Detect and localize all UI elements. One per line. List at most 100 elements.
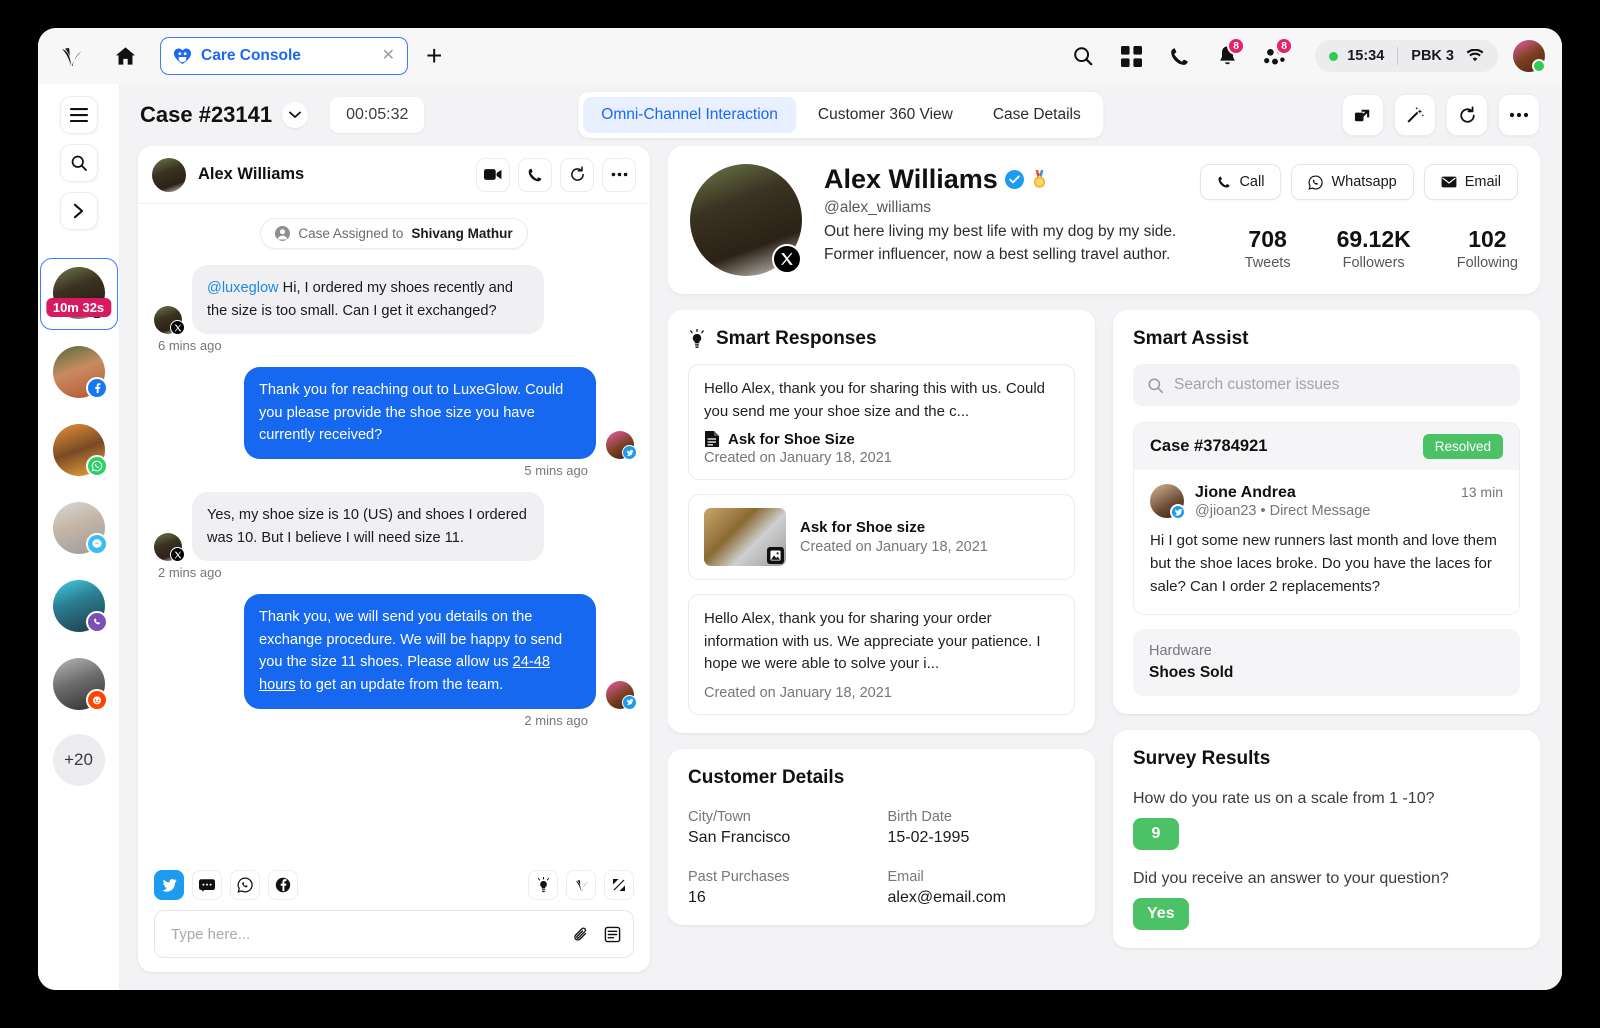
new-tab-button[interactable]: + — [426, 42, 442, 70]
online-status-dot — [1329, 51, 1339, 61]
smart-response-text: Hello Alex, thank you for sharing your o… — [704, 610, 1041, 672]
menu-button[interactable] — [59, 96, 98, 134]
related-case[interactable]: Case #3784921 Resolved Jione Andrea @jio… — [1133, 422, 1520, 616]
info-grid: Smart Responses Hello Alex, thank you fo… — [668, 310, 1540, 990]
chevron-down-icon[interactable] — [282, 102, 309, 128]
document-icon[interactable] — [604, 926, 621, 943]
phone-icon — [1217, 175, 1231, 189]
survey-answer: 9 — [1133, 818, 1179, 851]
tab-customer-360-view[interactable]: Customer 360 View — [800, 97, 971, 133]
avatar — [154, 306, 185, 336]
status-badge: Resolved — [1422, 434, 1503, 459]
smart-assist-search[interactable] — [1133, 364, 1520, 406]
conversation-item-alex-williams[interactable]: 10m 32s — [39, 258, 118, 330]
conversation-item-5[interactable] — [40, 572, 118, 642]
magic-wand-icon[interactable] — [1394, 94, 1436, 136]
message-input[interactable] — [171, 925, 573, 943]
phone-icon[interactable] — [1155, 36, 1203, 76]
call-button[interactable]: Call — [1200, 164, 1282, 200]
stat-value: 708 — [1248, 226, 1287, 252]
email-button[interactable]: Email — [1423, 164, 1518, 200]
whatsapp-button[interactable]: Whatsapp — [1291, 164, 1414, 200]
bell-icon[interactable]: 8 — [1203, 36, 1251, 76]
avatar — [606, 431, 637, 461]
pega-logo-icon — [56, 43, 86, 69]
search-input[interactable] — [1174, 376, 1506, 394]
survey-question: How do you rate us on a scale from 1 -10… — [1133, 790, 1435, 808]
facebook-channel-button[interactable] — [268, 870, 298, 900]
message-input-bar[interactable] — [154, 910, 634, 958]
related-case-id: Case #3784921 — [1150, 437, 1268, 455]
left-rail: 10m 32s +20 — [38, 84, 120, 990]
conversation-item-4[interactable] — [40, 494, 118, 564]
expand-button[interactable] — [59, 192, 98, 230]
wifi-icon — [1466, 49, 1484, 63]
expand-icon[interactable] — [604, 870, 634, 900]
user-avatar[interactable] — [1512, 39, 1546, 73]
survey-results-title: Survey Results — [1133, 748, 1271, 770]
avatar: 10m 32s — [45, 267, 112, 320]
detail-city: City/Town San Francisco — [688, 809, 876, 847]
smart-response-date: Created on January 18, 2021 — [704, 684, 892, 701]
related-case-time: 13 min — [1460, 484, 1503, 500]
detail-birthdate: Birth Date 15-02-1995 — [888, 809, 1076, 847]
related-case-author: Jione Andrea — [1195, 484, 1296, 501]
avatar — [606, 680, 637, 710]
call-button-label: Call — [1239, 174, 1265, 190]
care-console-heart-icon — [173, 47, 192, 66]
smart-response-meta: Ask for Shoe Size — [704, 430, 1059, 448]
related-case-author-info: Jione Andrea @jioan23 • Direct Message — [1195, 484, 1370, 519]
smart-response-name: Ask for Shoe Size — [728, 430, 855, 448]
case-timer: 00:05:32 — [330, 97, 425, 133]
notification-badge: 8 — [1227, 37, 1246, 55]
browser-tab-care-console[interactable]: Care Console ✕ — [160, 37, 408, 75]
stat-tweets: 708 Tweets — [1245, 226, 1291, 271]
panes: Alex Williams Case Assigned to Shivang M… — [120, 146, 1562, 990]
lightbulb-icon[interactable] — [528, 870, 558, 900]
search-icon — [1147, 377, 1164, 394]
chat-panel: Alex Williams Case Assigned to Shivang M… — [138, 146, 650, 972]
conversation-item-6[interactable] — [40, 650, 118, 720]
home-icon[interactable] — [110, 41, 140, 71]
whatsapp-button-label: Whatsapp — [1331, 174, 1397, 190]
conversation-item-2[interactable] — [40, 338, 118, 408]
sms-channel-button[interactable] — [192, 870, 222, 900]
whatsapp-channel-button[interactable] — [230, 870, 260, 900]
x-twitter-icon — [170, 547, 185, 563]
search-icon[interactable] — [1059, 36, 1107, 76]
message-text-part2: to get an update from the team. — [295, 677, 504, 694]
left-column: Smart Responses Hello Alex, thank you fo… — [668, 310, 1095, 990]
ellipsis-icon[interactable] — [602, 157, 636, 192]
phone-icon[interactable] — [518, 157, 552, 192]
message-bubble: Yes, my shoe size is 10 (US) and shoes I… — [192, 492, 544, 562]
tab-omni-channel-interaction[interactable]: Omni-Channel Interaction — [583, 97, 796, 133]
system-note: Case Assigned to Shivang Mathur — [260, 218, 528, 249]
pega-logo-icon[interactable] — [566, 870, 596, 900]
twitter-channel-button[interactable] — [154, 870, 184, 900]
tab-case-details[interactable]: Case Details — [975, 97, 1099, 133]
refresh-icon[interactable] — [560, 157, 594, 192]
composer — [138, 870, 650, 972]
apps-grid-icon[interactable] — [1107, 36, 1155, 76]
more-conversations-button[interactable]: +20 — [52, 734, 105, 786]
paperclip-icon[interactable] — [573, 926, 590, 943]
profile-info: Alex Williams @alex_williams Out here li… — [824, 164, 1184, 267]
refresh-icon[interactable] — [1446, 94, 1488, 136]
person-icon — [275, 226, 291, 241]
mention-link[interactable]: @luxeglow — [207, 280, 279, 296]
smart-response-item[interactable]: Hello Alex, thank you for sharing this w… — [688, 364, 1075, 480]
conversation-item-3[interactable] — [40, 416, 118, 486]
search-button[interactable] — [59, 144, 98, 182]
ellipsis-icon[interactable] — [1498, 94, 1540, 136]
viber-icon — [85, 611, 108, 633]
related-case-handle: @jioan23 • Direct Message — [1195, 503, 1371, 519]
group-icon[interactable]: 8 — [1251, 36, 1299, 76]
popout-icon[interactable] — [1342, 94, 1384, 136]
smart-response-item[interactable]: Hello Alex, thank you for sharing your o… — [688, 594, 1075, 715]
close-icon[interactable]: ✕ — [380, 48, 397, 64]
video-icon[interactable] — [476, 157, 510, 192]
smart-response-item[interactable]: Ask for Shoe size Created on January 18,… — [688, 494, 1075, 580]
detail-label: City/Town — [688, 808, 751, 825]
customer-details-card: Customer Details City/Town San Francisco… — [668, 748, 1095, 925]
avatar — [154, 533, 185, 563]
